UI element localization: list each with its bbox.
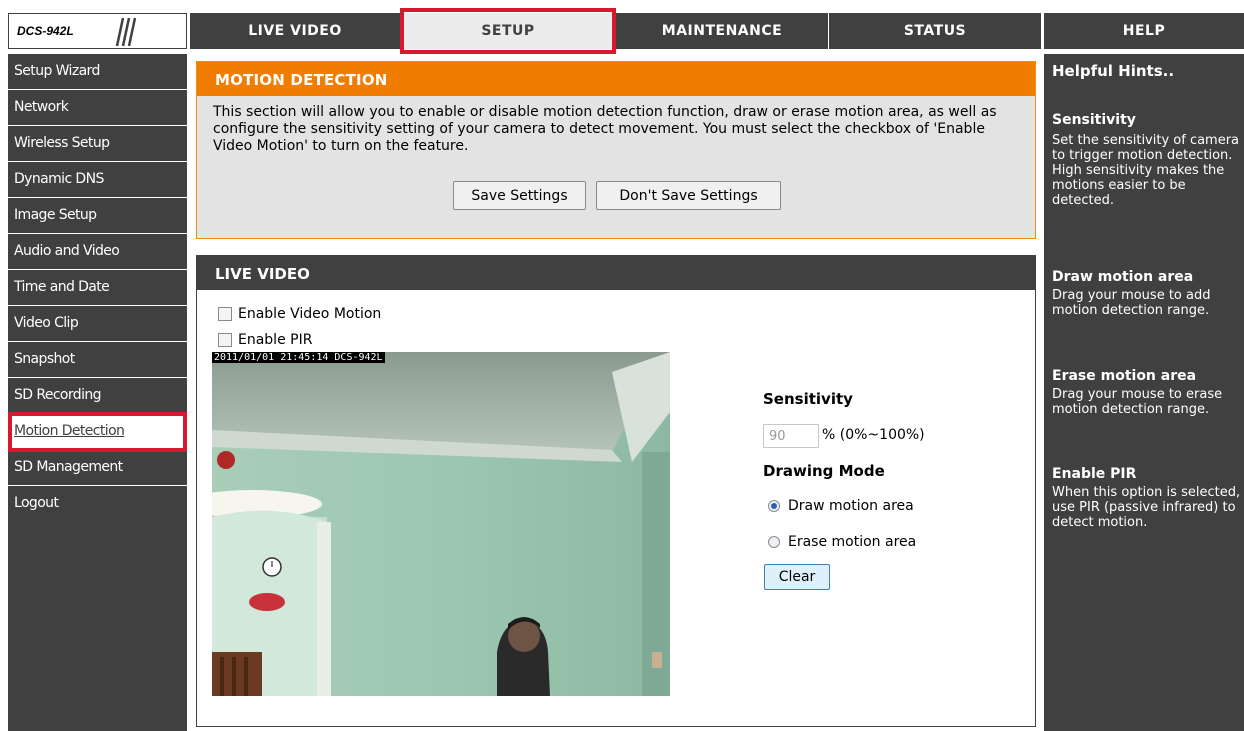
tab-maintenance[interactable]: MAINTENANCE xyxy=(616,13,828,49)
sensitivity-input[interactable] xyxy=(763,424,819,448)
sidebar-item-image-setup[interactable]: Image Setup xyxy=(8,198,187,234)
sidebar-item-video-clip[interactable]: Video Clip xyxy=(8,306,187,342)
tab-help[interactable]: HELP xyxy=(1044,13,1244,49)
radio-dot[interactable] xyxy=(768,536,780,548)
help-title: Helpful Hints.. xyxy=(1052,62,1175,80)
checkbox-box[interactable] xyxy=(218,307,232,321)
tab-live-video[interactable]: LIVE VIDEO xyxy=(190,13,400,49)
logo-model: DCS-942L xyxy=(17,24,74,38)
sensitivity-range-label: % (0%~100%) xyxy=(822,427,925,443)
video-timestamp: 2011/01/01 21:45:14 DCS-942L xyxy=(212,352,385,363)
dont-save-settings-button[interactable]: Don't Save Settings xyxy=(596,181,781,210)
tab-setup[interactable]: SETUP xyxy=(400,8,616,54)
help-panel: Helpful Hints.. Sensitivity Set the sens… xyxy=(1044,54,1244,731)
sidebar-item-network[interactable]: Network xyxy=(8,90,187,126)
sidebar: Setup Wizard Network Wireless Setup Dyna… xyxy=(8,54,187,731)
help-sensitivity-text: Set the sensitivity of camera to trigger… xyxy=(1052,133,1240,208)
camera-frame-image[interactable] xyxy=(212,352,670,696)
motion-detection-description: This section will allow you to enable or… xyxy=(213,104,997,154)
tab-status[interactable]: STATUS xyxy=(829,13,1041,49)
clear-button[interactable]: Clear xyxy=(764,564,830,590)
sidebar-item-audio-and-video[interactable]: Audio and Video xyxy=(8,234,187,270)
enable-video-motion-label: Enable Video Motion xyxy=(238,306,382,322)
draw-motion-area-radio[interactable]: Draw motion area xyxy=(768,498,914,514)
sidebar-item-motion-detection[interactable]: Motion Detection xyxy=(8,412,187,452)
enable-video-motion-checkbox[interactable]: Enable Video Motion xyxy=(218,306,381,322)
sidebar-item-sd-management[interactable]: SD Management xyxy=(8,450,187,486)
help-draw-text: Drag your mouse to add motion detection … xyxy=(1052,288,1211,318)
sidebar-item-sd-recording[interactable]: SD Recording xyxy=(8,378,187,414)
help-pir-text: When this option is selected, use PIR (p… xyxy=(1052,485,1241,530)
logo-slashes-icon xyxy=(115,17,137,47)
motion-detection-panel: MOTION DETECTION This section will allow… xyxy=(196,61,1036,239)
enable-pir-checkbox[interactable]: Enable PIR xyxy=(218,332,312,348)
motion-detection-title: MOTION DETECTION xyxy=(197,62,1035,96)
help-erase-title: Erase motion area xyxy=(1052,368,1197,384)
radio-dot[interactable] xyxy=(768,500,780,512)
sidebar-item-wireless-setup[interactable]: Wireless Setup xyxy=(8,126,187,162)
help-erase-text: Drag your mouse to erase motion detectio… xyxy=(1052,387,1223,417)
sidebar-item-time-and-date[interactable]: Time and Date xyxy=(8,270,187,306)
logo: DCS-942L xyxy=(8,13,187,49)
erase-motion-area-radio[interactable]: Erase motion area xyxy=(768,534,916,550)
enable-pir-label: Enable PIR xyxy=(238,332,313,348)
sidebar-item-logout[interactable]: Logout xyxy=(8,486,187,522)
save-settings-button[interactable]: Save Settings xyxy=(453,181,586,210)
help-sensitivity-title: Sensitivity xyxy=(1052,112,1136,128)
live-video-title: LIVE VIDEO xyxy=(197,256,1035,290)
help-pir-title: Enable PIR xyxy=(1052,466,1137,482)
sidebar-item-dynamic-dns[interactable]: Dynamic DNS xyxy=(8,162,187,198)
sensitivity-label: Sensitivity xyxy=(763,390,853,408)
help-draw-title: Draw motion area xyxy=(1052,269,1194,285)
drawing-mode-label: Drawing Mode xyxy=(763,462,885,480)
sidebar-item-snapshot[interactable]: Snapshot xyxy=(8,342,187,378)
erase-motion-area-label: Erase motion area xyxy=(788,534,917,550)
sidebar-item-setup-wizard[interactable]: Setup Wizard xyxy=(8,54,187,90)
camera-video-feed[interactable]: 2011/01/01 21:45:14 DCS-942L xyxy=(212,352,670,696)
checkbox-box[interactable] xyxy=(218,333,232,347)
draw-motion-area-label: Draw motion area xyxy=(788,498,914,514)
